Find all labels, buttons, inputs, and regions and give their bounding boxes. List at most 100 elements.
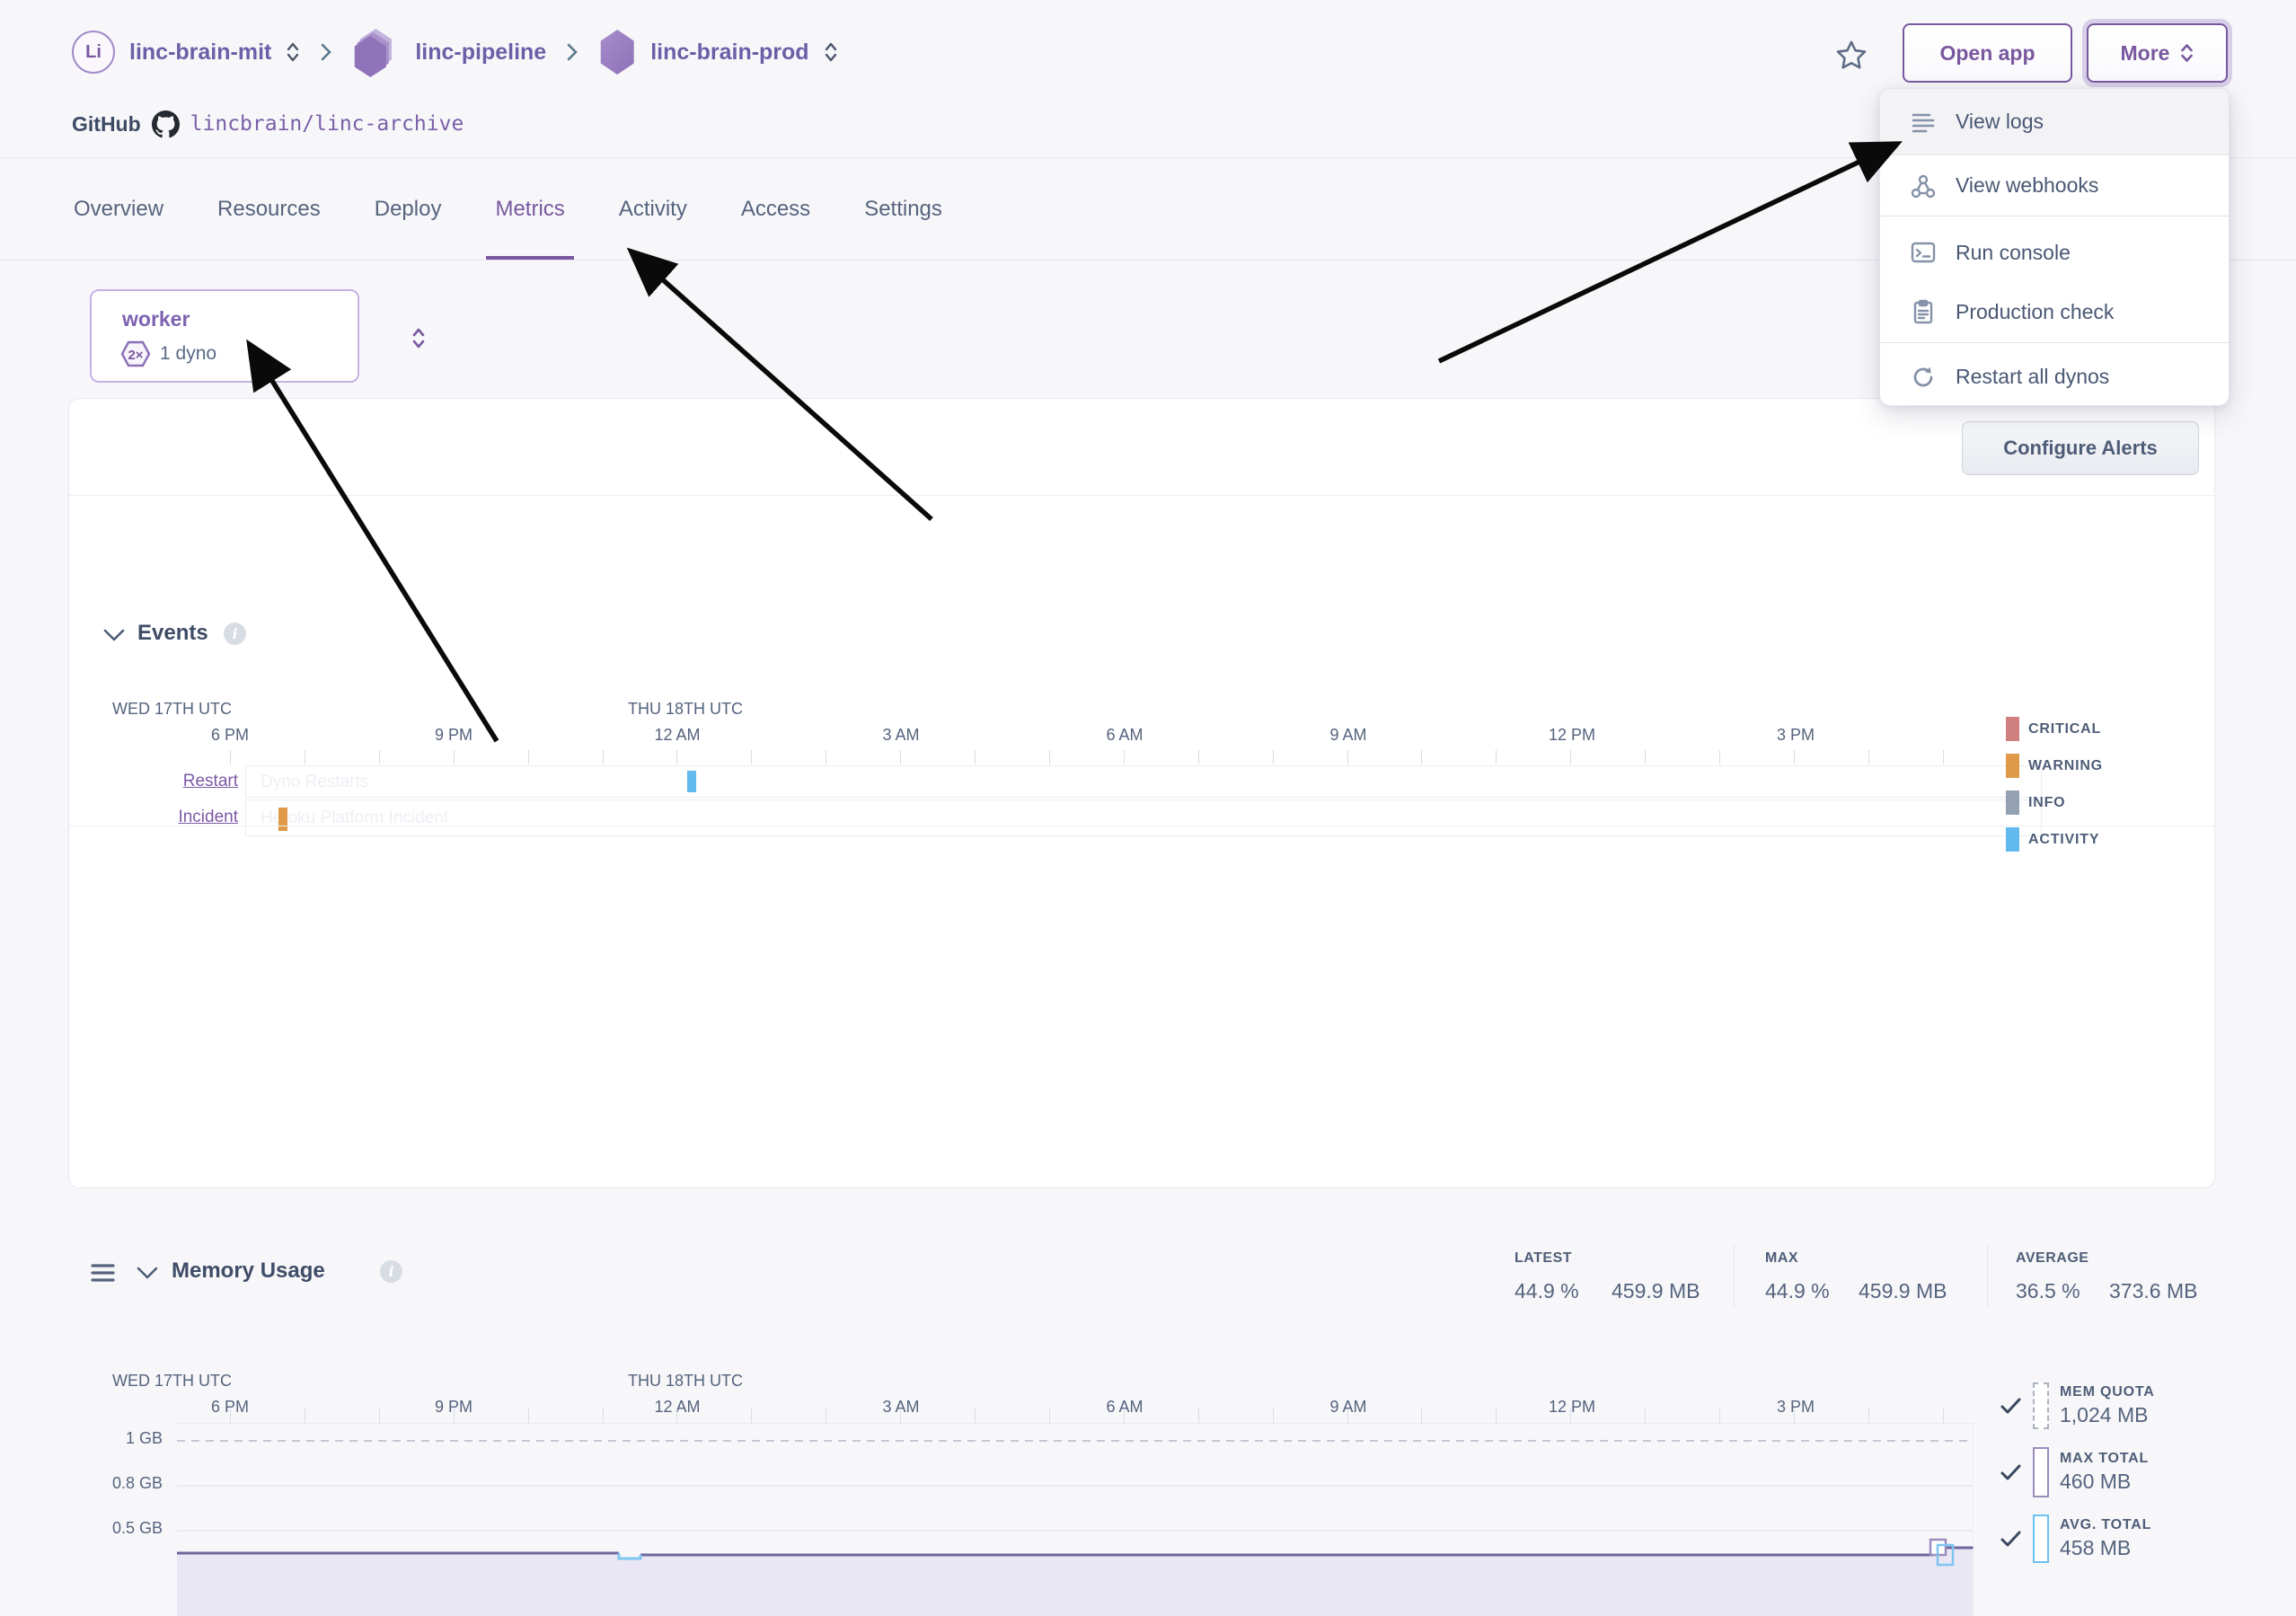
legend-item-info: INFO xyxy=(2006,790,2103,815)
events-incident-link[interactable]: Incident xyxy=(123,808,238,827)
dyno-selector-caret-icon xyxy=(411,326,426,350)
events-axis-time: 12 PM xyxy=(1518,726,1626,745)
events-section: Events i WED 17TH UTC THU 18TH UTC 6 PM … xyxy=(69,495,2214,826)
axis-tick xyxy=(1273,1408,1274,1423)
tab-settings[interactable]: Settings xyxy=(864,158,942,260)
axis-tick xyxy=(1794,750,1795,764)
menu-item-run-console[interactable]: Run console xyxy=(1880,223,2229,282)
legend-item-avg-total[interactable]: AVG. TOTAL 458 MB xyxy=(2000,1513,2155,1565)
check-icon xyxy=(2000,1530,2022,1548)
events-row-restart-track: Dyno Restarts xyxy=(245,765,2042,798)
memory-axis-ticks xyxy=(69,1408,2214,1424)
legend-swatch xyxy=(2006,790,2019,815)
axis-tick xyxy=(379,750,380,764)
clipboard-icon xyxy=(1911,299,1936,324)
tab-overview[interactable]: Overview xyxy=(74,158,163,260)
tab-activity[interactable]: Activity xyxy=(619,158,687,260)
favorite-star-icon[interactable] xyxy=(1835,39,1868,71)
team-avatar[interactable]: Li xyxy=(72,31,115,74)
memory-collapse-chevron-icon[interactable] xyxy=(136,1266,159,1280)
stat-divider xyxy=(1987,1243,1988,1308)
axis-tick xyxy=(1421,750,1422,764)
legend-swatch xyxy=(2006,754,2019,778)
memory-chart-plot[interactable] xyxy=(177,1423,1974,1616)
memory-ylabel: 0.5 GB xyxy=(87,1519,163,1538)
restart-icon xyxy=(1911,365,1936,390)
axis-tick xyxy=(1124,750,1125,764)
memory-section: Memory Usage i LATEST 44.9 % 459.9 MB MA… xyxy=(69,826,2214,1189)
events-axis-time: 9 PM xyxy=(400,726,508,745)
more-button[interactable]: More xyxy=(2087,23,2228,83)
breadcrumb-app[interactable]: linc-brain-prod xyxy=(650,40,808,66)
axis-tick xyxy=(1570,1408,1571,1423)
legend-swatch-blue xyxy=(2033,1514,2049,1563)
memory-info-icon[interactable]: i xyxy=(380,1260,402,1283)
check-icon xyxy=(2000,1397,2022,1415)
breadcrumb-pipeline[interactable]: linc-pipeline xyxy=(415,40,546,66)
legend-item-warning: WARNING xyxy=(2006,754,2103,778)
stat-divider xyxy=(1734,1243,1735,1308)
github-label: GitHub xyxy=(72,112,141,137)
configure-alerts-button[interactable]: Configure Alerts xyxy=(1962,421,2199,475)
logs-icon xyxy=(1911,110,1936,135)
events-axis-time: 3 PM xyxy=(1742,726,1850,745)
events-axis-time: 12 AM xyxy=(623,726,731,745)
axis-tick xyxy=(751,750,752,764)
axis-tick xyxy=(1347,1408,1348,1423)
breadcrumb-separator-icon xyxy=(566,41,578,63)
memory-stat-size: 459.9 MB xyxy=(1612,1279,1700,1303)
axis-tick xyxy=(676,1408,677,1423)
axis-tick xyxy=(1273,750,1274,764)
legend-item-mem-quota[interactable]: MEM QUOTA 1,024 MB xyxy=(2000,1380,2155,1432)
dyno-count: 1 dyno xyxy=(160,343,216,365)
team-switcher-caret-icon[interactable] xyxy=(286,40,300,64)
tab-metrics[interactable]: Metrics xyxy=(495,158,564,260)
tab-resources[interactable]: Resources xyxy=(217,158,321,260)
axis-tick xyxy=(1198,750,1199,764)
events-info-icon[interactable]: i xyxy=(224,623,246,645)
menu-item-view-webhooks[interactable]: View webhooks xyxy=(1880,156,2229,215)
app-switcher-caret-icon[interactable] xyxy=(824,40,838,64)
more-dropdown-menu: View logs View webhooks Run console Prod… xyxy=(1879,88,2230,406)
axis-tick xyxy=(1868,750,1869,764)
legend-swatch-purple xyxy=(2033,1447,2049,1497)
drag-handle-icon[interactable] xyxy=(91,1263,115,1283)
legend-swatch-dashed xyxy=(2033,1382,2049,1429)
events-axis-time: 3 AM xyxy=(847,726,955,745)
app-icon xyxy=(598,30,636,75)
memory-stat-size: 373.6 MB xyxy=(2109,1279,2197,1303)
team-avatar-initials: Li xyxy=(85,42,102,63)
menu-item-restart-all-dynos[interactable]: Restart all dynos xyxy=(1880,349,2229,405)
axis-tick xyxy=(603,1408,604,1423)
events-restart-link[interactable]: Restart xyxy=(123,772,238,791)
events-axis-day1: WED 17TH UTC xyxy=(112,700,232,719)
events-collapse-chevron-icon[interactable] xyxy=(102,628,126,642)
github-repo-link[interactable]: lincbrain/linc-archive xyxy=(190,112,464,136)
events-axis-time: 6 AM xyxy=(1071,726,1179,745)
events-title: Events xyxy=(137,621,208,646)
axis-tick xyxy=(1645,1408,1646,1423)
axis-tick xyxy=(900,1408,901,1423)
tab-access[interactable]: Access xyxy=(741,158,810,260)
memory-stat-pct: 44.9 % xyxy=(1514,1279,1579,1303)
event-marker-activity[interactable] xyxy=(687,771,696,792)
memory-stat-label: LATEST xyxy=(1514,1250,1572,1267)
legend-item-max-total[interactable]: MAX TOTAL 460 MB xyxy=(2000,1445,2155,1499)
axis-tick xyxy=(1421,1408,1422,1423)
menu-item-view-logs[interactable]: View logs xyxy=(1880,89,2229,155)
open-app-button[interactable]: Open app xyxy=(1903,23,2072,83)
axis-tick xyxy=(676,750,677,764)
dyno-size-badge: 2× xyxy=(120,340,151,368)
tab-deploy[interactable]: Deploy xyxy=(375,158,442,260)
dyno-process-selector[interactable]: worker 2× 1 dyno xyxy=(90,289,359,383)
axis-tick xyxy=(751,1408,752,1423)
axis-tick xyxy=(1496,1408,1497,1423)
axis-tick xyxy=(975,750,976,764)
metrics-panel: Configure Alerts Events i WED 17TH UTC T… xyxy=(68,398,2215,1188)
menu-item-production-check[interactable]: Production check xyxy=(1880,282,2229,341)
memory-legend: MEM QUOTA 1,024 MB MAX TOTAL 460 MB AVG.… xyxy=(2000,1380,2155,1565)
memory-stat-pct: 36.5 % xyxy=(2016,1279,2080,1303)
axis-tick xyxy=(1347,750,1348,764)
legend-item-critical: CRITICAL xyxy=(2006,717,2103,741)
breadcrumb-team[interactable]: linc-brain-mit xyxy=(129,40,271,66)
